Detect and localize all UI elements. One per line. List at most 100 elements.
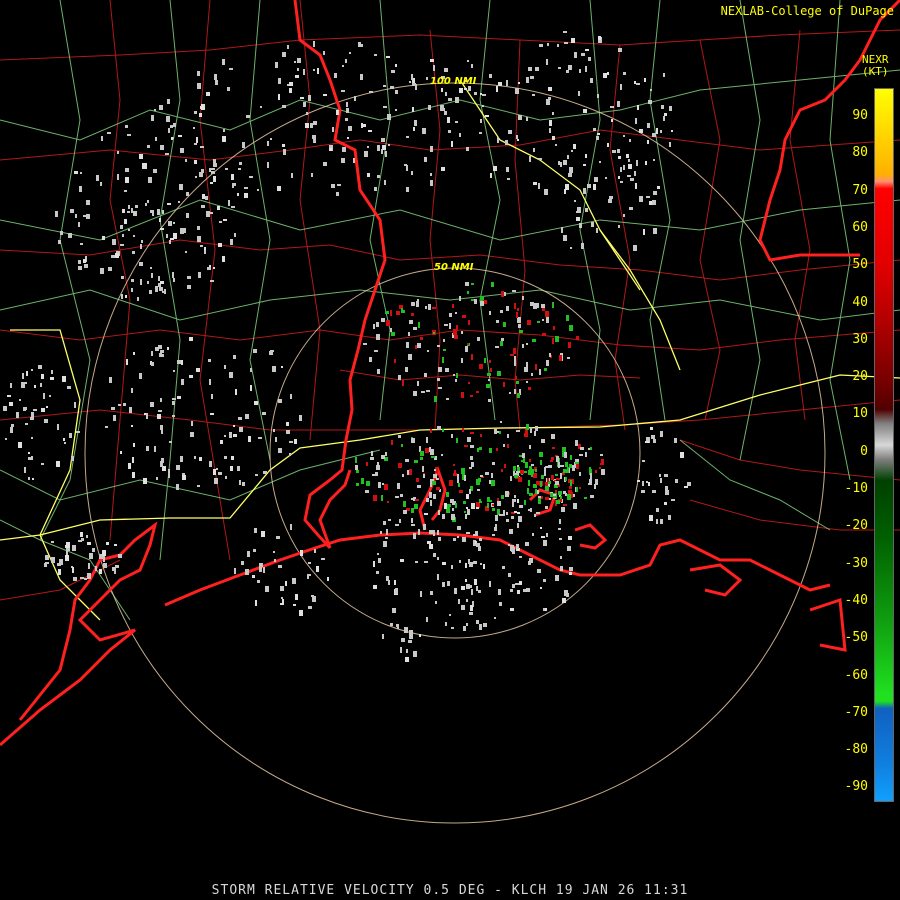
echo-pixel [465,282,469,286]
echo-pixel [433,474,437,478]
echo-pixel [102,550,106,556]
echo-pixel [506,306,509,311]
echo-pixel [496,448,498,451]
echo-pixel [497,371,501,376]
echo-pixel [556,500,560,504]
echo-pixel [211,168,215,170]
echo-pixel [414,460,418,463]
echo-pixel [411,313,414,316]
echo-pixel [24,467,26,473]
echo-pixel [396,311,400,315]
echo-pixel [409,630,413,634]
echo-pixel [359,44,363,47]
echo-pixel [454,588,457,594]
echo-pixel [383,521,386,525]
echo-pixel [548,87,552,91]
echo-pixel [420,451,424,456]
echo-pixel [575,462,579,464]
echo-pixel [409,634,413,639]
echo-pixel [277,186,281,191]
echo-pixel [313,139,316,143]
echo-pixel [281,366,283,368]
echo-pixel [250,368,252,372]
echo-pixel [571,150,573,152]
echo-pixel [563,491,566,494]
echo-pixel [553,326,555,330]
echo-pixel [535,426,538,431]
echo-pixel [495,524,497,527]
echo-pixel [377,145,380,151]
echo-pixel [275,437,277,442]
echo-pixel [99,569,102,574]
coastline [0,0,900,747]
echo-pixel [167,347,169,350]
echo-pixel [485,472,489,475]
echo-pixel [396,624,398,627]
echo-pixel [132,472,135,478]
echo-pixel [131,388,133,393]
echo-pixel [538,496,541,498]
echo-pixel [89,553,93,559]
echo-pixel [124,219,127,224]
echo-pixel [126,359,128,365]
echo-pixel [514,511,517,513]
echo-pixel [518,477,522,482]
echo-pixel [412,107,414,112]
echo-pixel [190,432,194,437]
echo-pixel [564,452,567,458]
echo-pixel [246,115,250,118]
echo-pixel [272,366,276,372]
echo-pixel [467,60,469,62]
echo-pixel [585,49,589,51]
echo-pixel [483,564,485,569]
echo-pixel [583,109,587,113]
echo-pixel [524,433,528,437]
echo-pixel [373,495,377,501]
echo-pixel [516,312,518,318]
echo-pixel [519,581,522,585]
echo-pixel [487,503,489,508]
echo-pixel [137,297,139,301]
echo-pixel [231,174,234,180]
echo-pixel [361,478,364,484]
echo-pixel [495,346,499,348]
echo-pixel [518,324,521,328]
echo-pixel [576,487,578,492]
echo-pixel [463,501,466,504]
echo-pixel [248,436,251,442]
echo-pixel [467,437,471,442]
echo-pixel [210,413,214,415]
echo-pixel [387,114,391,120]
echo-pixel [107,132,111,134]
echo-pixel [492,462,495,465]
echo-pixel [468,320,470,325]
echo-pixel [476,620,479,624]
echo-pixel [213,159,216,163]
echo-pixel [479,624,482,630]
echo-pixel [546,59,548,65]
echo-pixel [308,95,311,101]
echo-pixel [455,121,458,123]
echo-pixel [111,407,115,410]
product-unit-label: (KT) [862,65,889,78]
echo-pixel [609,196,613,199]
echo-pixel [285,581,287,586]
echo-pixel [233,434,237,437]
echo-pixel [444,111,447,115]
echo-pixel [526,424,529,430]
echo-pixel [542,333,546,336]
echo-pixel [660,130,662,133]
echo-pixel [165,153,169,155]
echo-pixel [618,156,621,159]
echo-pixel [51,541,54,543]
echo-pixel [635,118,637,124]
echo-pixel [442,562,446,565]
echo-pixel [664,502,667,505]
echo-pixel [468,382,470,384]
echo-pixel [579,472,581,476]
echo-pixel [247,551,250,557]
echo-pixel [550,460,553,462]
legend-tick-label: 90 [852,108,868,123]
echo-pixel [561,227,563,233]
echo-pixel [80,243,83,245]
